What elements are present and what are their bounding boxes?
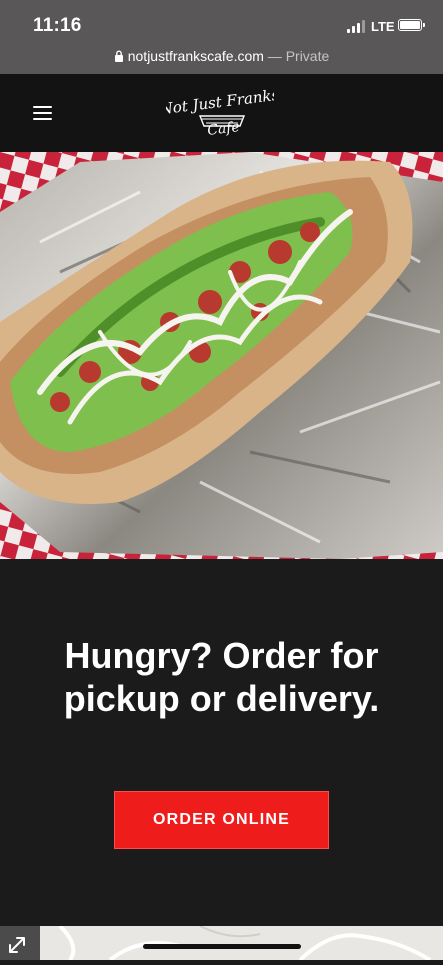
cta-heading: Hungry? Order for pickup or delivery. [63,635,380,719]
hamburger-menu-icon[interactable] [33,106,53,122]
map-roads [58,926,432,960]
home-indicator[interactable] [143,944,301,949]
signal-icon [347,20,365,33]
expand-arrows-icon[interactable] [0,926,40,960]
hero-image [0,152,443,559]
map-preview[interactable] [0,926,443,960]
url-bar[interactable]: notjustfrankscafe.com — Private [0,44,443,74]
logo-line-1: Not Just Franks [166,86,274,119]
status-time: 11:16 [33,15,82,36]
logo-line-2: Cafe [206,119,240,139]
site-header: Not Just Franks Cafe [0,74,443,152]
wrap-photo [0,152,443,559]
battery-icon [398,19,425,31]
status-bar: 11:16 LTE [0,0,443,44]
order-online-button[interactable]: ORDER ONLINE [114,791,329,849]
site-logo[interactable]: Not Just Franks Cafe [166,80,274,146]
private-label: Private [285,48,330,64]
lock-icon [114,50,123,62]
url-text: notjustfrankscafe.com [127,48,264,64]
network-label: LTE [371,19,395,34]
url-separator: — [267,48,282,64]
order-section: Hungry? Order for pickup or delivery. OR… [0,559,443,931]
